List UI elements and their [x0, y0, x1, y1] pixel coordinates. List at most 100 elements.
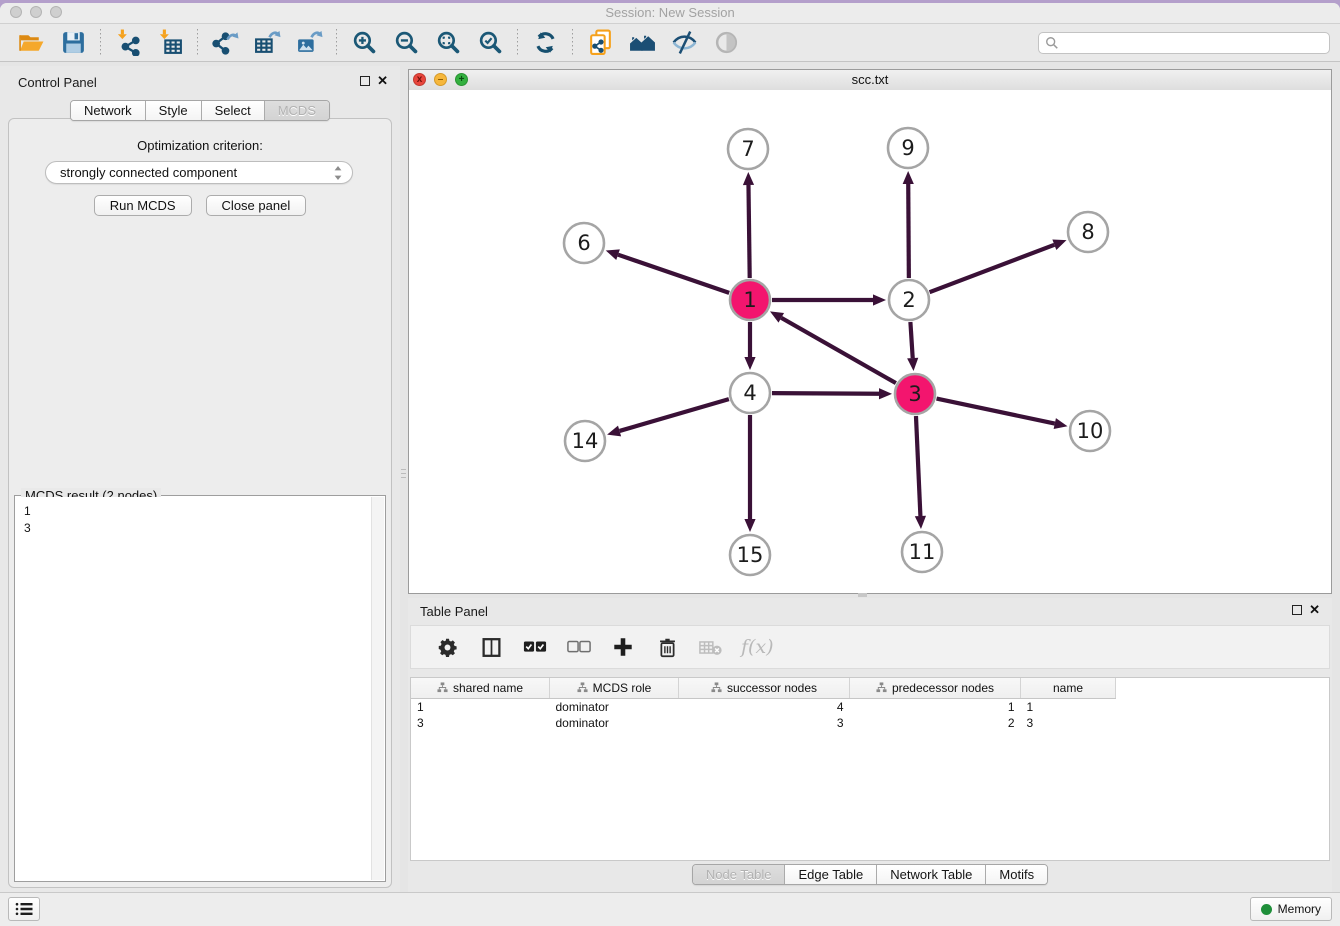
- open-folder-icon: [18, 29, 45, 56]
- close-panel-icon[interactable]: ✕: [1309, 603, 1320, 617]
- close-panel-icon[interactable]: ✕: [377, 74, 388, 88]
- tab-network-table[interactable]: Network Table: [876, 865, 985, 884]
- network-view-window: x – + scc.txt 1234678910111415: [408, 69, 1332, 594]
- home-icon: [629, 29, 656, 56]
- select-all-columns-button[interactable]: [518, 631, 552, 663]
- table-cell[interactable]: 3: [1021, 715, 1116, 731]
- import-network-icon: [115, 29, 142, 56]
- column-header-MCDS-role[interactable]: MCDS role: [550, 678, 679, 699]
- import-table-button[interactable]: [153, 27, 187, 59]
- graph-edge-3-1[interactable]: [770, 311, 896, 383]
- optimization-criterion-label: Optimization criterion:: [0, 138, 400, 153]
- graph-node-9[interactable]: 9: [888, 128, 928, 168]
- export-image-icon: [296, 29, 323, 56]
- tab-edge-table[interactable]: Edge Table: [784, 865, 876, 884]
- delete-table-button[interactable]: [694, 631, 728, 663]
- tab-select[interactable]: Select: [201, 101, 264, 120]
- table-cell[interactable]: dominator: [550, 715, 679, 731]
- graph-edge-1-4[interactable]: [744, 322, 755, 370]
- clone-network-button[interactable]: [583, 27, 617, 59]
- graph-node-1[interactable]: 1: [730, 280, 770, 320]
- column-header-successor-nodes[interactable]: successor nodes: [679, 678, 850, 699]
- criterion-dropdown[interactable]: strongly connected component: [45, 161, 353, 184]
- graph-node-3[interactable]: 3: [895, 374, 935, 414]
- toolbar-separator: [197, 29, 198, 57]
- graph-edge-1-2[interactable]: [772, 294, 886, 305]
- add-column-button[interactable]: [606, 631, 640, 663]
- graph-edge-3-11[interactable]: [915, 416, 926, 529]
- table-cell[interactable]: 1: [411, 699, 550, 716]
- graph-node-4[interactable]: 4: [730, 373, 770, 413]
- table-cell[interactable]: 3: [411, 715, 550, 731]
- table-settings-button[interactable]: [430, 631, 464, 663]
- function-builder-button[interactable]: f(x): [741, 636, 774, 658]
- tab-motifs[interactable]: Motifs: [985, 865, 1047, 884]
- graph-node-14[interactable]: 14: [565, 421, 605, 461]
- graph-node-7[interactable]: 7: [728, 129, 768, 169]
- mcds-result-list[interactable]: 13: [16, 497, 372, 880]
- search-icon: [1045, 36, 1059, 50]
- vertical-splitter-handle[interactable]: [401, 469, 406, 478]
- export-network-button[interactable]: [208, 27, 242, 59]
- tab-network[interactable]: Network: [71, 101, 145, 120]
- reset-view-button[interactable]: [625, 27, 659, 59]
- graph-edge-4-15[interactable]: [744, 415, 755, 532]
- deselect-all-columns-button[interactable]: [562, 631, 596, 663]
- network-canvas[interactable]: 1 2 3 4 6 7 8 9 10 11 14 15: [409, 90, 1331, 593]
- zoom-selected-button[interactable]: [473, 27, 507, 59]
- graph-edge-4-14[interactable]: [607, 399, 729, 436]
- zoom-in-button[interactable]: [347, 27, 381, 59]
- tab-style[interactable]: Style: [145, 101, 201, 120]
- show-graphics-details-button[interactable]: [709, 27, 743, 59]
- tab-node-table[interactable]: Node Table: [693, 865, 785, 884]
- column-header-name[interactable]: name: [1021, 678, 1116, 699]
- zoom-out-button[interactable]: [389, 27, 423, 59]
- float-panel-icon[interactable]: [1292, 605, 1302, 615]
- table-cell[interactable]: 1: [1021, 699, 1116, 716]
- control-panel-header: Control Panel ✕: [0, 66, 400, 99]
- graph-edge-2-8[interactable]: [930, 240, 1067, 293]
- table-cell[interactable]: 2: [850, 715, 1021, 731]
- table-cell[interactable]: 4: [679, 699, 850, 716]
- export-image-button[interactable]: [292, 27, 326, 59]
- tab-mcds[interactable]: MCDS: [264, 101, 329, 120]
- delete-column-button[interactable]: [650, 631, 684, 663]
- graph-edge-1-6[interactable]: [606, 249, 729, 292]
- horizontal-splitter-handle[interactable]: [858, 593, 867, 597]
- graph-node-8[interactable]: 8: [1068, 212, 1108, 252]
- column-header-predecessor-nodes[interactable]: predecessor nodes: [850, 678, 1021, 699]
- graph-edge-2-3[interactable]: [907, 322, 918, 371]
- table-cell[interactable]: 3: [679, 715, 850, 731]
- graph-edge-3-10[interactable]: [937, 399, 1068, 429]
- toggle-panes-button[interactable]: [474, 631, 508, 663]
- table-cell[interactable]: 1: [850, 699, 1021, 716]
- table-cell[interactable]: dominator: [550, 699, 679, 716]
- graph-node-15[interactable]: 15: [730, 535, 770, 575]
- graph-edge-2-9[interactable]: [903, 171, 914, 278]
- result-scrollbar[interactable]: [371, 497, 384, 880]
- zoom-fit-button[interactable]: [431, 27, 465, 59]
- hide-graphics-details-button[interactable]: [667, 27, 701, 59]
- graph-edge-4-3[interactable]: [772, 388, 892, 399]
- export-table-button[interactable]: [250, 27, 284, 59]
- zoom-selected-icon: [477, 29, 504, 56]
- import-network-button[interactable]: [111, 27, 145, 59]
- run-mcds-button[interactable]: Run MCDS: [94, 195, 192, 216]
- open-session-button[interactable]: [14, 27, 48, 59]
- task-history-button[interactable]: [8, 897, 40, 921]
- close-panel-button[interactable]: Close panel: [206, 195, 307, 216]
- graph-node-10[interactable]: 10: [1070, 411, 1110, 451]
- graph-node-2[interactable]: 2: [889, 280, 929, 320]
- graph-node-6[interactable]: 6: [564, 223, 604, 263]
- memory-button[interactable]: Memory: [1250, 897, 1332, 921]
- search-input[interactable]: [1059, 33, 1329, 53]
- table-panel-title: Table Panel: [420, 604, 488, 619]
- float-panel-icon[interactable]: [360, 76, 370, 86]
- mcds-result-box: MCDS result (2 nodes) 13: [14, 495, 386, 882]
- main-toolbar: [0, 24, 1340, 62]
- save-session-button[interactable]: [56, 27, 90, 59]
- column-header-shared-name[interactable]: shared name: [411, 678, 550, 699]
- apply-layout-button[interactable]: [528, 27, 562, 59]
- graph-edge-1-7[interactable]: [743, 172, 754, 278]
- graph-node-11[interactable]: 11: [902, 532, 942, 572]
